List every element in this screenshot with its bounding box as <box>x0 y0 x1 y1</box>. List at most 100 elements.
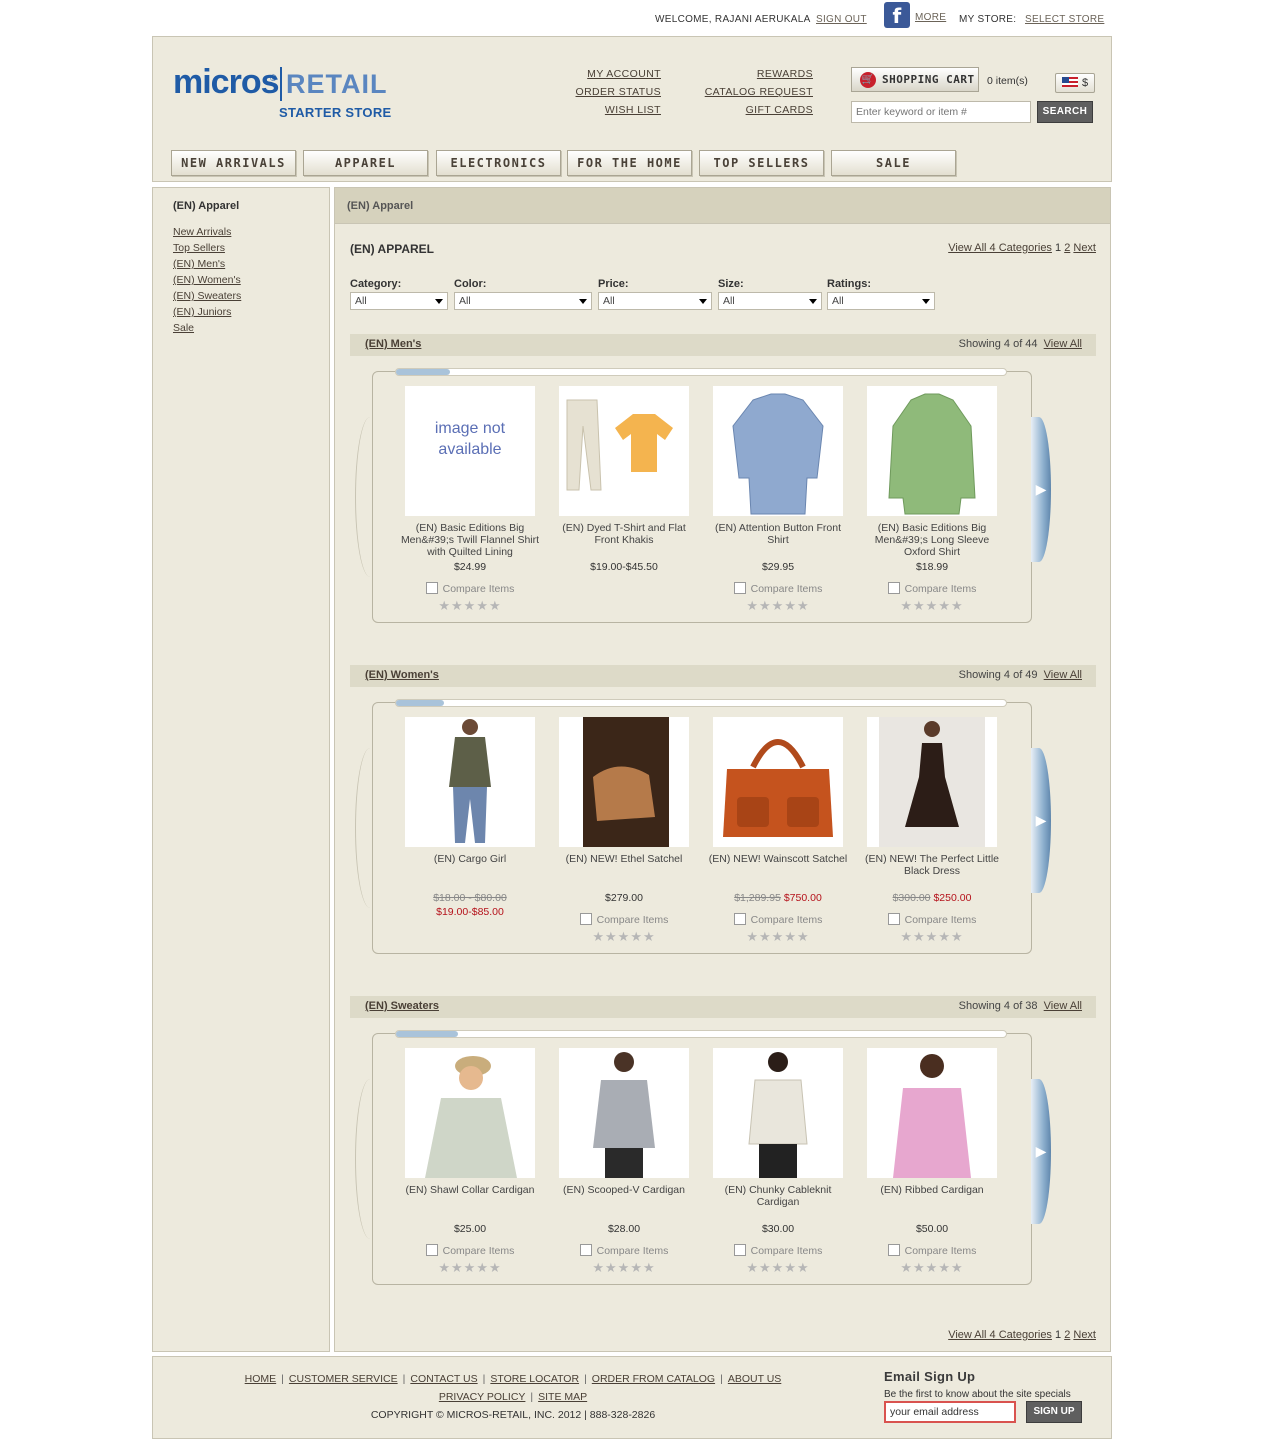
ratings-select[interactable]: All <box>827 292 935 310</box>
size-select[interactable]: All <box>718 292 822 310</box>
search-input[interactable] <box>851 101 1031 123</box>
my-account-link[interactable]: MY ACCOUNT <box>576 65 662 83</box>
nav-tab-apparel[interactable]: APPAREL <box>303 150 428 176</box>
compare-checkbox[interactable] <box>733 1244 746 1256</box>
footer-privacy-policy-link[interactable]: PRIVACY POLICY <box>439 1391 526 1403</box>
sidebar-item-new-arrivals[interactable]: New Arrivals <box>173 224 329 240</box>
section-title-link[interactable]: (EN) Sweaters <box>365 1000 439 1012</box>
product-image[interactable] <box>559 1048 689 1178</box>
nav-tab-sale[interactable]: SALE <box>831 150 956 176</box>
color-select[interactable]: All <box>454 292 592 310</box>
section-title-link[interactable]: (EN) Women's <box>365 669 439 681</box>
product-image[interactable] <box>867 1048 997 1178</box>
product-name[interactable]: (EN) Scooped-V Cardigan <box>549 1184 699 1222</box>
page-2-link[interactable]: 2 <box>1064 1329 1070 1341</box>
view-all-link[interactable]: View All <box>1044 669 1082 681</box>
view-all-categories-link[interactable]: View All 4 Categories <box>948 242 1052 254</box>
compare-checkbox[interactable] <box>733 582 746 594</box>
sign-out-link[interactable]: SIGN OUT <box>816 14 867 25</box>
product-image[interactable] <box>713 386 843 516</box>
product-image[interactable] <box>713 1048 843 1178</box>
product-card[interactable]: (EN) Chunky Cableknit Cardigan $30.00 Co… <box>703 1048 853 1276</box>
compare-checkbox[interactable] <box>887 582 900 594</box>
scrollbar-thumb[interactable] <box>396 700 444 706</box>
carousel-next-button[interactable]: ▶ <box>1031 417 1051 562</box>
product-card[interactable]: (EN) Attention Button Front Shirt $29.95… <box>703 386 853 614</box>
product-card[interactable]: (EN) Cargo Girl $18.00 - $80.00 $19.00-$… <box>395 717 545 919</box>
nav-tab-top-sellers[interactable]: TOP SELLERS <box>699 150 824 176</box>
compare-items[interactable]: Compare Items <box>549 913 699 926</box>
product-card[interactable]: (EN) Basic Editions Big Men&#39;s Long S… <box>857 386 1007 614</box>
product-card[interactable]: (EN) Dyed T-Shirt and Flat Front Khakis … <box>549 386 699 595</box>
wish-list-link[interactable]: WISH LIST <box>576 101 662 119</box>
product-name[interactable]: (EN) NEW! Ethel Satchel <box>549 853 699 891</box>
scrollbar-thumb[interactable] <box>396 369 450 375</box>
compare-items[interactable]: Compare Items <box>395 1244 545 1257</box>
footer-customer-service-link[interactable]: CUSTOMER SERVICE <box>289 1373 398 1385</box>
sidebar-item-top-sellers[interactable]: Top Sellers <box>173 240 329 256</box>
compare-checkbox[interactable] <box>579 1244 592 1256</box>
product-name[interactable]: (EN) Basic Editions Big Men&#39;s Long S… <box>857 522 1007 560</box>
compare-items[interactable]: Compare Items <box>703 913 853 926</box>
product-name[interactable]: (EN) Cargo Girl <box>395 853 545 891</box>
section-title-link[interactable]: (EN) Men's <box>365 338 421 350</box>
footer-home-link[interactable]: HOME <box>245 1373 277 1385</box>
carousel-next-button[interactable]: ▶ <box>1031 748 1051 893</box>
product-card[interactable]: (EN) Scooped-V Cardigan $28.00 Compare I… <box>549 1048 699 1276</box>
shopping-cart-button[interactable]: 🛒 SHOPPING CART <box>851 67 979 92</box>
product-name[interactable]: (EN) Dyed T-Shirt and Flat Front Khakis <box>549 522 699 560</box>
product-card[interactable]: (EN) NEW! Wainscott Satchel $1,289.95 $7… <box>703 717 853 945</box>
scrollbar-thumb[interactable] <box>396 1031 458 1037</box>
nav-tab-electronics[interactable]: ELECTRONICS <box>436 150 561 176</box>
product-name[interactable]: (EN) Shawl Collar Cardigan <box>395 1184 545 1222</box>
sidebar-item-sale[interactable]: Sale <box>173 320 329 336</box>
view-all-link[interactable]: View All <box>1044 338 1082 350</box>
footer-about-us-link[interactable]: ABOUT US <box>728 1373 781 1385</box>
product-card[interactable]: image not available (EN) Basic Editions … <box>395 386 545 614</box>
product-image[interactable] <box>713 717 843 847</box>
sidebar-item-juniors[interactable]: (EN) Juniors <box>173 304 329 320</box>
product-name[interactable]: (EN) Chunky Cableknit Cardigan <box>703 1184 853 1222</box>
compare-checkbox[interactable] <box>887 1244 900 1256</box>
product-card[interactable]: (EN) Shawl Collar Cardigan $25.00 Compar… <box>395 1048 545 1276</box>
product-name[interactable]: (EN) NEW! Wainscott Satchel <box>703 853 853 891</box>
carousel-scrollbar[interactable] <box>395 1030 1007 1038</box>
product-name[interactable]: (EN) Attention Button Front Shirt <box>703 522 853 560</box>
product-image[interactable] <box>867 386 997 516</box>
carousel-scrollbar[interactable] <box>395 699 1007 707</box>
compare-items[interactable]: Compare Items <box>857 913 1007 926</box>
product-card[interactable]: (EN) NEW! The Perfect Little Black Dress… <box>857 717 1007 945</box>
compare-items[interactable]: Compare Items <box>703 582 853 595</box>
compare-items[interactable]: Compare Items <box>395 582 545 595</box>
footer-contact-us-link[interactable]: CONTACT US <box>410 1373 477 1385</box>
compare-items[interactable]: Compare Items <box>857 1244 1007 1257</box>
nav-tab-for-the-home[interactable]: FOR THE HOME <box>567 150 692 176</box>
sidebar-item-sweaters[interactable]: (EN) Sweaters <box>173 288 329 304</box>
facebook-more-link[interactable]: MORE <box>915 12 946 23</box>
compare-checkbox[interactable] <box>733 913 746 925</box>
page-2-link[interactable]: 2 <box>1064 242 1070 254</box>
footer-site-map-link[interactable]: SITE MAP <box>538 1391 587 1403</box>
footer-store-locator-link[interactable]: STORE LOCATOR <box>490 1373 579 1385</box>
sign-up-button[interactable]: SIGN UP <box>1026 1401 1082 1423</box>
catalog-request-link[interactable]: CATALOG REQUEST <box>705 83 813 101</box>
product-name[interactable]: (EN) Basic Editions Big Men&#39;s Twill … <box>395 522 545 560</box>
product-name[interactable]: (EN) Ribbed Cardigan <box>857 1184 1007 1222</box>
compare-items[interactable]: Compare Items <box>549 1244 699 1257</box>
product-image[interactable] <box>405 717 535 847</box>
product-card[interactable]: (EN) Ribbed Cardigan $50.00 Compare Item… <box>857 1048 1007 1276</box>
carousel-scrollbar[interactable] <box>395 368 1007 376</box>
product-image[interactable]: image not available <box>405 386 535 516</box>
category-select[interactable]: All <box>350 292 448 310</box>
compare-items[interactable]: Compare Items <box>857 582 1007 595</box>
product-image[interactable] <box>405 1048 535 1178</box>
next-page-link[interactable]: Next <box>1073 1329 1096 1341</box>
sidebar-item-womens[interactable]: (EN) Women's <box>173 272 329 288</box>
footer-order-from-catalog-link[interactable]: ORDER FROM CATALOG <box>592 1373 715 1385</box>
product-card[interactable]: (EN) NEW! Ethel Satchel $279.00 Compare … <box>549 717 699 945</box>
email-signup-input[interactable]: your email address <box>884 1401 1016 1423</box>
view-all-categories-link[interactable]: View All 4 Categories <box>948 1329 1052 1341</box>
price-select[interactable]: All <box>598 292 712 310</box>
compare-checkbox[interactable] <box>425 1244 438 1256</box>
compare-checkbox[interactable] <box>579 913 592 925</box>
